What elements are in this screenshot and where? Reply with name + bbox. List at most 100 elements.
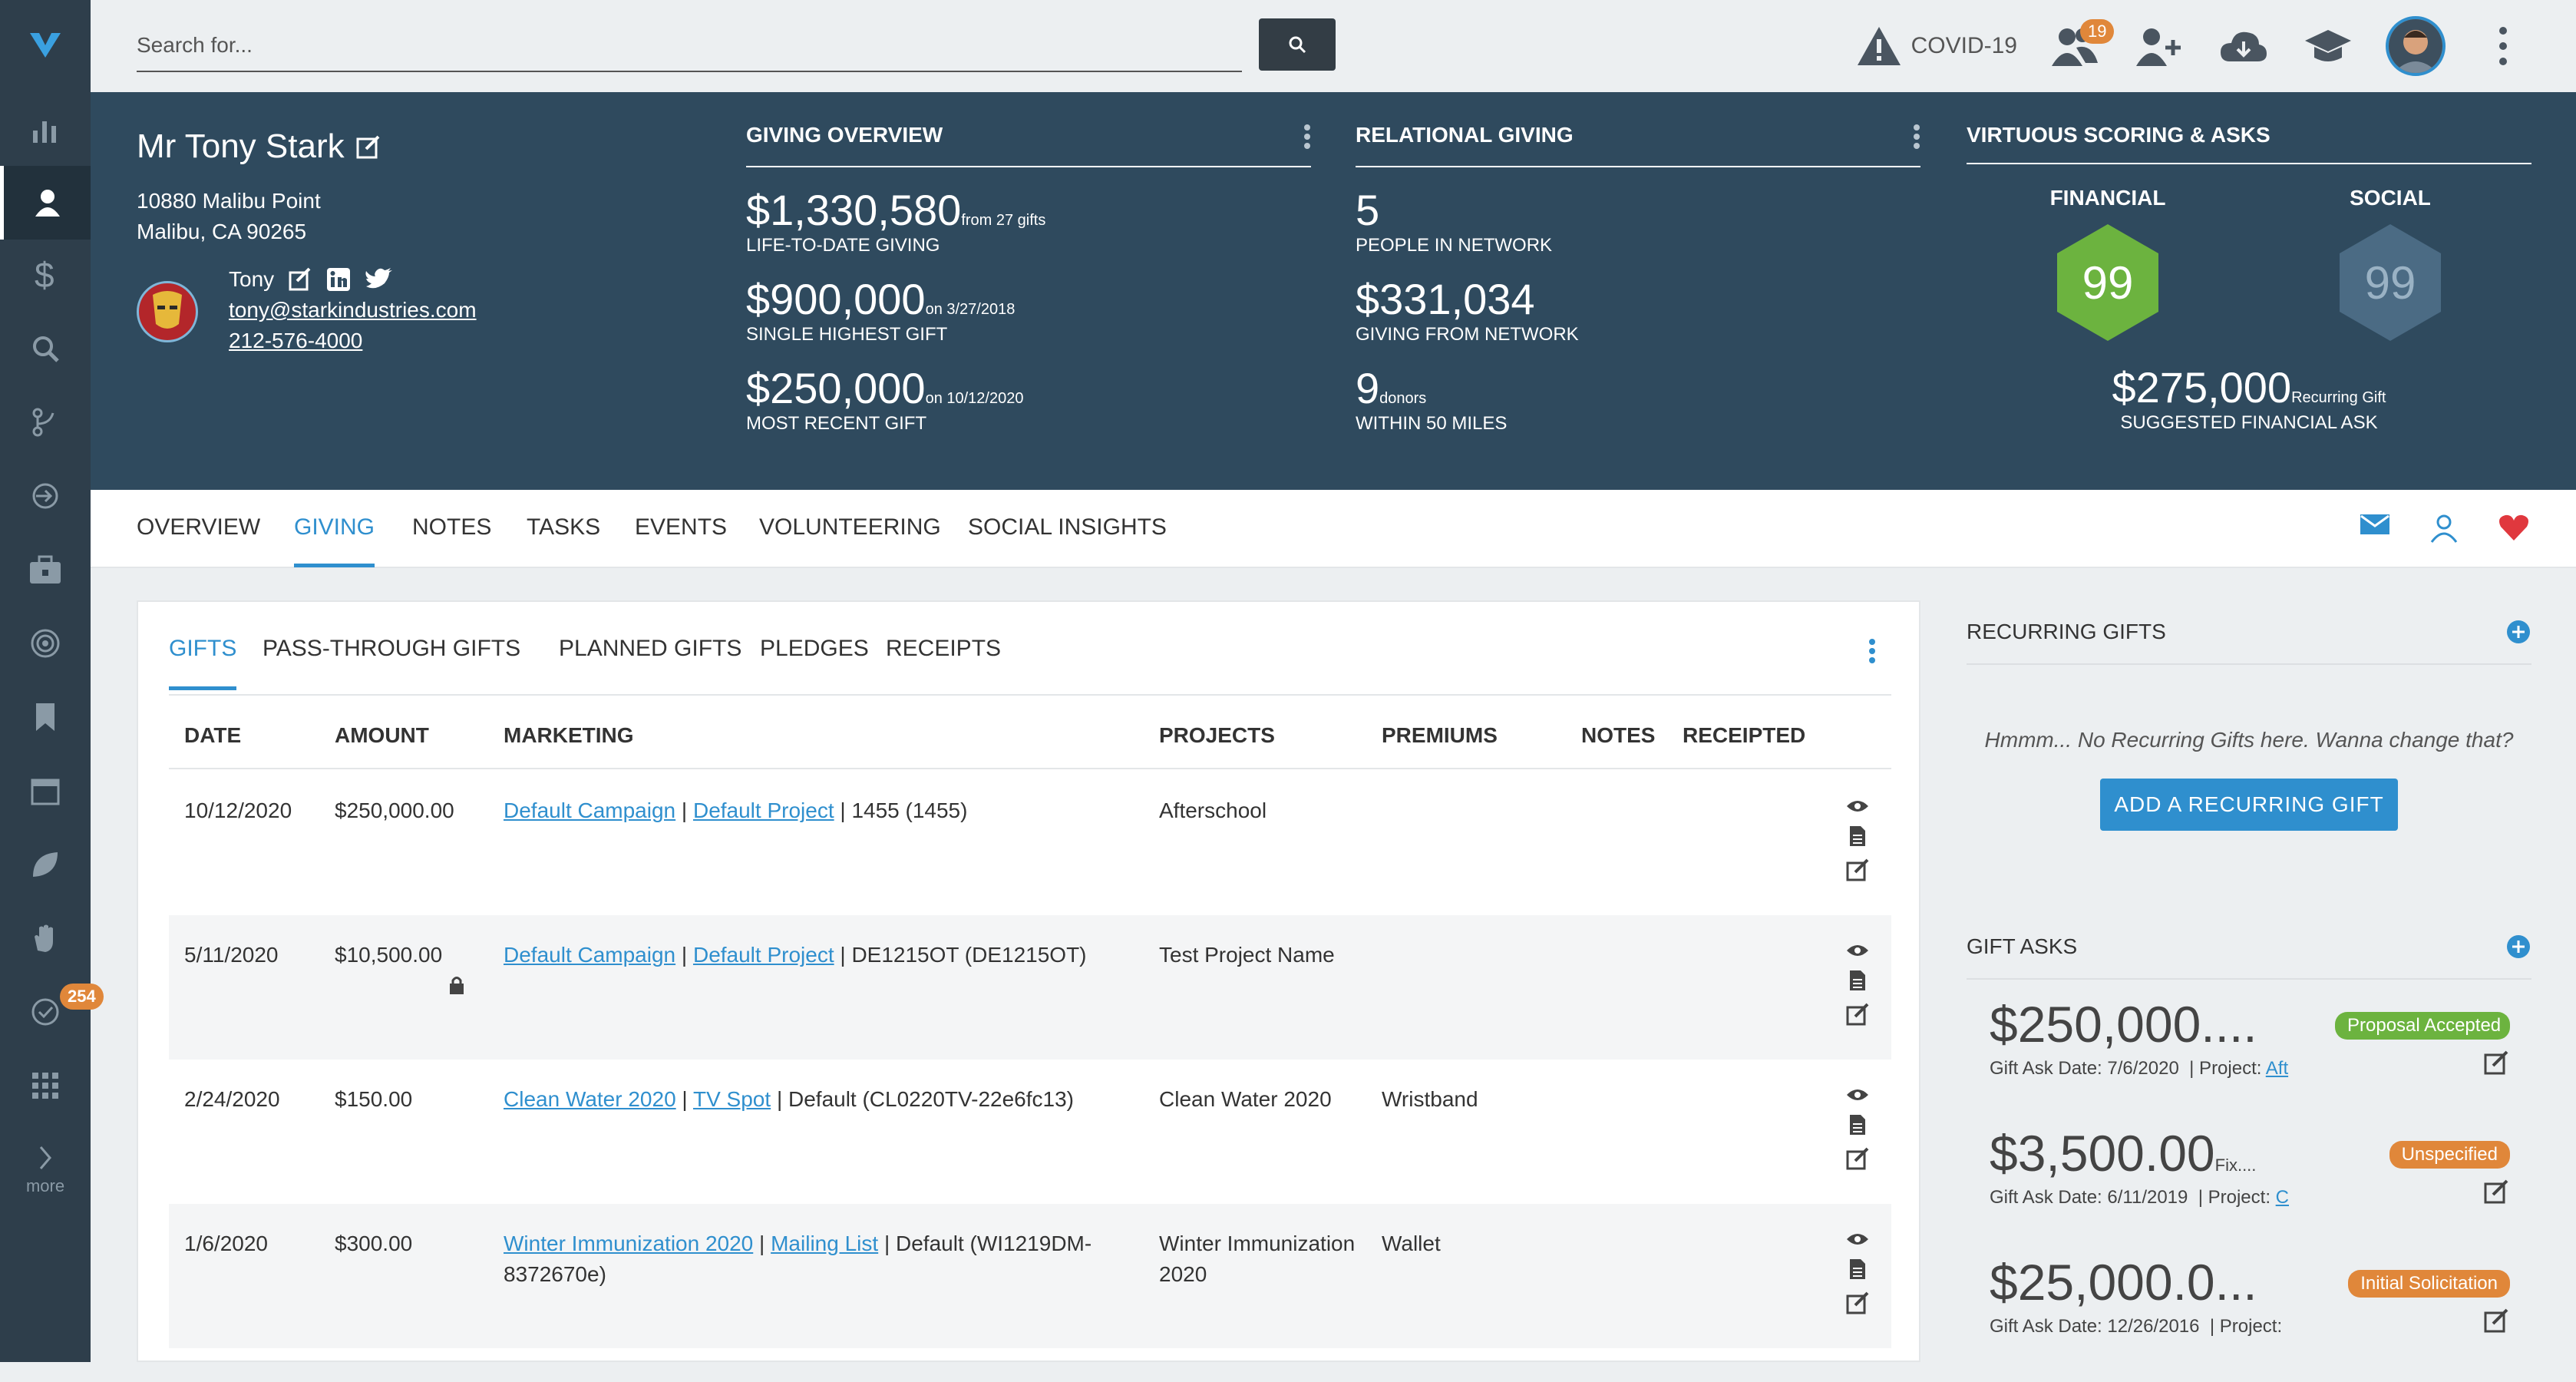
more-nav[interactable]: more — [0, 1144, 91, 1196]
calendar-icon[interactable] — [0, 754, 91, 828]
edit-icon[interactable] — [1846, 1291, 1869, 1314]
more-vertical-icon[interactable] — [1913, 123, 1920, 150]
document-icon[interactable] — [1848, 1258, 1867, 1281]
col-date[interactable]: DATE — [184, 723, 241, 748]
briefcase-icon[interactable] — [0, 533, 91, 607]
add-person-button[interactable] — [2132, 19, 2186, 73]
tab-giving[interactable]: GIVING — [294, 514, 375, 567]
tab-social-insights[interactable]: SOCIAL INSIGHTS — [968, 514, 1167, 564]
more-vertical-icon[interactable] — [1303, 123, 1311, 150]
more-vertical-icon[interactable] — [1868, 637, 1876, 665]
workflow-icon[interactable] — [0, 385, 91, 459]
subtab-planned-gifts[interactable]: PLANNED GIFTS — [559, 636, 741, 686]
project-link[interactable]: Default Project — [693, 943, 834, 967]
ask-project-link[interactable]: C — [2276, 1187, 2289, 1208]
edit-icon[interactable] — [355, 134, 381, 160]
edit-icon[interactable] — [2484, 1050, 2508, 1075]
campaign-link[interactable]: Default Campaign — [504, 943, 675, 967]
subtab-pass-through-gifts[interactable]: PASS-THROUGH GIFTS — [263, 636, 520, 686]
col-projects[interactable]: PROJECTS — [1159, 723, 1275, 748]
gift-date: 5/11/2020 — [184, 943, 279, 967]
email-icon[interactable] — [2360, 513, 2390, 536]
contacts-icon[interactable] — [0, 166, 91, 240]
phone-link[interactable]: 212-576-4000 — [229, 329, 362, 352]
edit-icon[interactable] — [2484, 1308, 2508, 1333]
covid-link[interactable]: COVID-19 — [1856, 25, 2017, 67]
campaign-link[interactable]: Default Campaign — [504, 798, 675, 822]
import-icon[interactable] — [0, 459, 91, 533]
gift-ask-card[interactable]: $250,000.... Gift Ask Date: 7/6/2020 | Pr… — [1990, 995, 2531, 1124]
col-marketing[interactable]: MARKETING — [504, 723, 634, 748]
stat-recent-gift: $250,000on 10/12/2020 MOST RECENT GIFT — [746, 364, 1024, 435]
subtab-gifts[interactable]: GIFTS — [169, 636, 237, 690]
edit-icon[interactable] — [1846, 1147, 1869, 1170]
tab-events[interactable]: EVENTS — [635, 514, 727, 564]
dashboard-icon[interactable] — [0, 94, 91, 167]
campaign-link[interactable]: Clean Water 2020 — [504, 1087, 676, 1111]
dollar-icon[interactable]: $ — [0, 238, 91, 312]
contact-avatar — [137, 281, 198, 342]
marketing-code: | DE1215OT (DE1215OT) — [840, 943, 1087, 967]
view-eye-icon[interactable] — [1845, 1232, 1870, 1247]
leaf-icon[interactable] — [0, 828, 91, 901]
search-button[interactable] — [1259, 18, 1336, 71]
gift-date: 10/12/2020 — [184, 798, 292, 822]
ask-project-link[interactable]: Aft — [2266, 1058, 2288, 1079]
scoring-panel: VIRTUOUS SCORING & ASKS FINANCIAL 99 SOC… — [1967, 123, 2531, 434]
view-eye-icon[interactable] — [1845, 943, 1870, 958]
edit-icon[interactable] — [2484, 1179, 2508, 1204]
people-notifications-button[interactable]: 19 — [2048, 19, 2115, 73]
gift-ask-card[interactable]: $3,500.00Fix.... Gift Ask Date: 6/11/2019… — [1990, 1124, 2531, 1253]
tab-overview[interactable]: OVERVIEW — [137, 514, 260, 564]
training-button[interactable] — [2301, 19, 2355, 73]
table-row: 1/6/2020 $300.00 Winter Immunization 2020 … — [169, 1204, 1891, 1348]
contact-details: Tony tony@starkindustries.com 212-576-40… — [229, 264, 477, 356]
subtab-receipts[interactable]: RECEIPTS — [886, 636, 1001, 686]
edit-icon[interactable] — [1846, 858, 1869, 881]
bookmark-icon[interactable] — [0, 680, 91, 754]
social-score-hex: 99 — [2340, 224, 2441, 341]
contact-tabs: OVERVIEW GIVING NOTES TASKS EVENTS VOLUN… — [91, 490, 2576, 568]
document-icon[interactable] — [1848, 1113, 1867, 1136]
tab-volunteering[interactable]: VOLUNTEERING — [759, 514, 941, 564]
col-receipted[interactable]: RECEIPTED — [1683, 723, 1805, 748]
apps-grid-icon[interactable] — [0, 1049, 91, 1122]
user-avatar[interactable] — [2386, 16, 2446, 76]
relational-giving-panel: RELATIONAL GIVING 5 PEOPLE IN NETWORK $33… — [1356, 123, 1920, 435]
view-eye-icon[interactable] — [1845, 1087, 1870, 1103]
edit-icon[interactable] — [1846, 1003, 1869, 1026]
email-link[interactable]: tony@starkindustries.com — [229, 298, 477, 322]
project-link[interactable]: TV Spot — [693, 1087, 771, 1111]
subtab-pledges[interactable]: PLEDGES — [760, 636, 869, 686]
document-icon[interactable] — [1848, 969, 1867, 992]
add-circle-icon[interactable] — [2505, 934, 2531, 960]
document-icon[interactable] — [1848, 825, 1867, 848]
ask-status-badge: Proposal Accepted — [2335, 1012, 2510, 1040]
campaign-link[interactable]: Winter Immunization 2020 — [504, 1232, 753, 1255]
project-link[interactable]: Mailing List — [771, 1232, 878, 1255]
col-notes[interactable]: NOTES — [1581, 723, 1655, 748]
linkedin-icon[interactable] — [326, 267, 351, 292]
search-nav-icon[interactable] — [0, 312, 91, 385]
tab-notes[interactable]: NOTES — [412, 514, 491, 564]
download-button[interactable] — [2217, 19, 2271, 73]
tab-tasks[interactable]: TASKS — [527, 514, 600, 564]
view-eye-icon[interactable] — [1845, 798, 1870, 814]
search-input[interactable]: Search for... — [137, 20, 1242, 72]
gift-ask-card[interactable]: $25,000.0... Gift Ask Date: 12/26/2016 | … — [1990, 1253, 2531, 1382]
col-premiums[interactable]: PREMIUMS — [1382, 723, 1498, 748]
ask-status-badge: Initial Solicitation — [2348, 1270, 2510, 1298]
col-amount[interactable]: AMOUNT — [335, 723, 429, 748]
overflow-menu-button[interactable] — [2476, 19, 2530, 73]
address-line1: 10880 Malibu Point — [137, 189, 321, 213]
target-icon[interactable] — [0, 607, 91, 680]
hand-icon[interactable] — [0, 901, 91, 975]
virtuous-logo-icon[interactable] — [0, 0, 91, 91]
heart-icon[interactable] — [2498, 513, 2530, 542]
twitter-icon[interactable] — [365, 268, 393, 291]
add-recurring-gift-button[interactable]: ADD A RECURRING GIFT — [2100, 779, 2398, 831]
project-link[interactable]: Default Project — [693, 798, 834, 822]
relationships-icon[interactable] — [2429, 513, 2459, 544]
add-circle-icon[interactable] — [2505, 619, 2531, 645]
edit-icon[interactable] — [288, 267, 312, 292]
